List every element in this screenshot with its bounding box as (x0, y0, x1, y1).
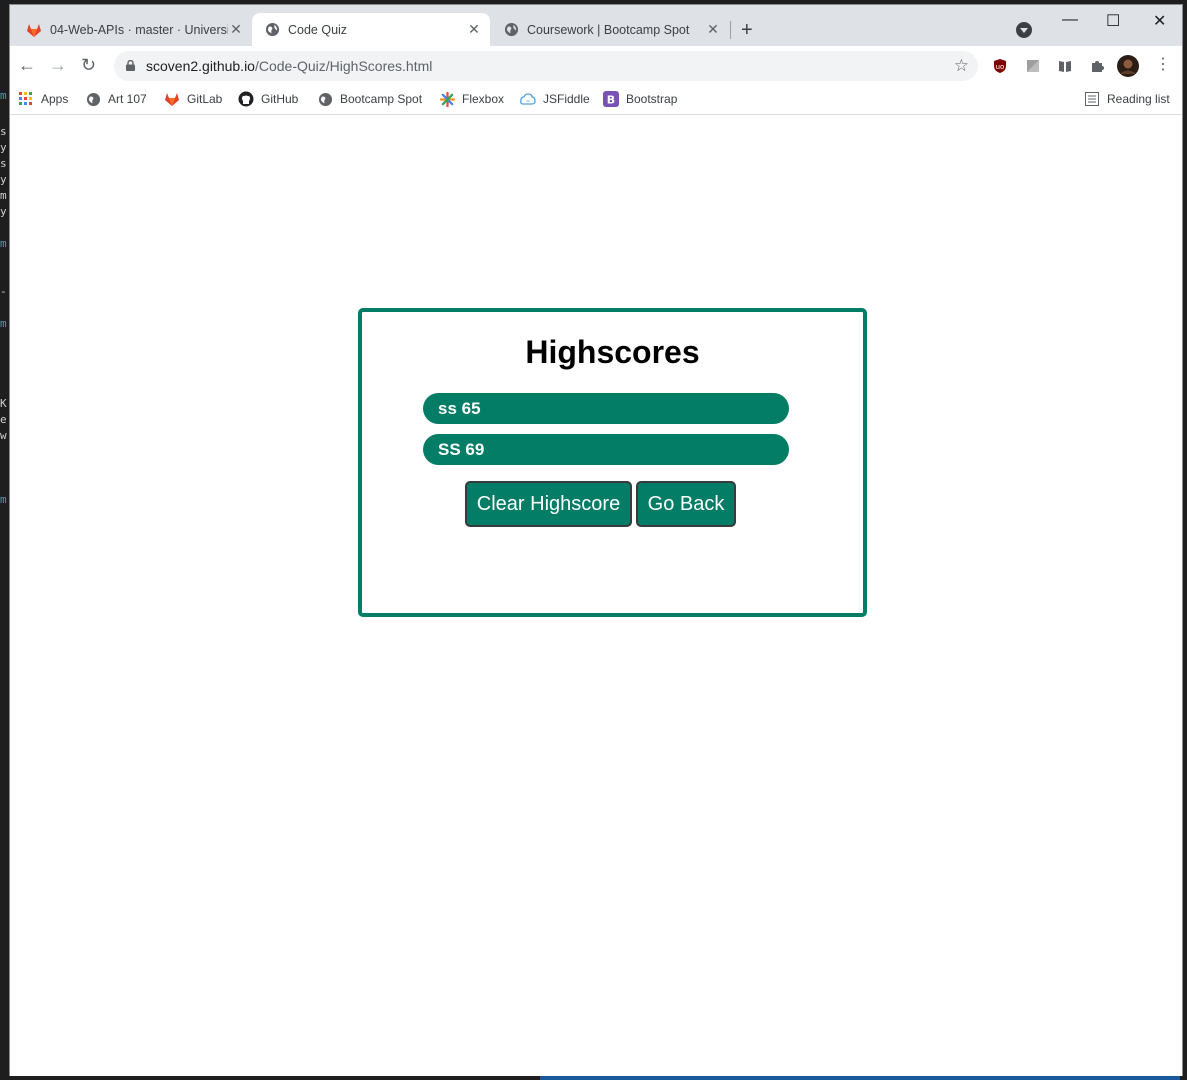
terminal-char: m (0, 493, 7, 506)
puzzle-extensions-icon[interactable] (1089, 58, 1105, 74)
clear-highscore-button[interactable]: Clear Highscore (465, 481, 632, 527)
terminal-char: m (0, 317, 7, 330)
terminal-char: w (0, 429, 7, 442)
bookmark-bootstrap[interactable]: B Bootstrap (603, 91, 677, 107)
ublock-icon[interactable]: uo (992, 58, 1008, 74)
bookmark-art-107[interactable]: Art 107 (85, 91, 147, 107)
background-terminal-text: m s y s y m y m - m K e w m (0, 89, 9, 508)
tab-title: 04-Web-APIs · master · University (50, 22, 228, 37)
globe-icon (85, 91, 101, 107)
address-bar[interactable]: scoven2.github.io/Code-Quiz/HighScores.h… (114, 51, 978, 81)
terminal-char: y (0, 173, 7, 186)
terminal-char: e (0, 413, 7, 426)
new-tab-button[interactable]: + (741, 19, 753, 42)
bookmark-gitlab[interactable]: GitLab (164, 91, 222, 107)
terminal-char: m (0, 89, 7, 102)
terminal-char: m (0, 237, 7, 250)
page-title: Highscores (525, 334, 700, 370)
bookmark-bootcamp-spot[interactable]: Bootcamp Spot (317, 91, 422, 107)
apps-grid-icon (18, 91, 34, 107)
tab-code-quiz[interactable]: Code Quiz ✕ (252, 13, 490, 46)
reading-list-icon (1084, 91, 1100, 107)
close-icon[interactable]: ✕ (705, 21, 721, 38)
svg-text:uo: uo (996, 63, 1005, 71)
bookmark-label: Apps (41, 92, 69, 106)
reading-list-label: Reading list (1107, 92, 1170, 106)
tab-strip: 04-Web-APIs · master · University ✕ Code… (10, 5, 1182, 46)
reading-list-button[interactable]: Reading list (1084, 91, 1170, 107)
tab-title: Code Quiz (288, 22, 348, 37)
minimize-button[interactable]: — (1062, 11, 1078, 29)
bookmark-label: GitHub (261, 92, 299, 106)
maximize-button[interactable]: ☐ (1106, 11, 1120, 31)
tab-gitlab[interactable]: 04-Web-APIs · master · University ✕ (14, 13, 252, 46)
terminal-char: y (0, 205, 7, 218)
terminal-char: m (0, 189, 7, 202)
bookmark-apps[interactable]: Apps (18, 91, 68, 107)
bookmark-label: Bootstrap (626, 92, 678, 106)
terminal-char: - (0, 285, 7, 298)
terminal-char: s (0, 157, 7, 170)
bookmark-label: JSFiddle (543, 92, 590, 106)
bookmark-github[interactable]: GitHub (238, 91, 298, 107)
bookmark-flexbox[interactable]: Flexbox (439, 91, 504, 107)
flexbox-icon (439, 91, 455, 107)
lock-icon (126, 60, 135, 71)
url-text: scoven2.github.io/Code-Quiz/HighScores.h… (146, 58, 432, 74)
close-icon[interactable]: ✕ (228, 21, 244, 38)
forward-arrow-icon[interactable]: → (49, 55, 67, 76)
url-path: /Code-Quiz/HighScores.html (254, 58, 433, 74)
bookmark-label: Art 107 (108, 92, 147, 106)
gitlab-icon (164, 91, 180, 107)
extension-square-icon[interactable] (1025, 58, 1041, 74)
bookmarks-bar: Apps Art 107 GitLab GitHub Bootcamp Spot… (10, 86, 1182, 115)
bootstrap-icon: B (603, 91, 619, 107)
back-arrow-icon[interactable]: ← (18, 55, 36, 76)
close-window-button[interactable]: ✕ (1153, 11, 1166, 31)
tab-separator (730, 21, 731, 39)
globe-icon (503, 22, 519, 38)
svg-text:B: B (607, 94, 615, 107)
browser-toolbar: ← → ↻ scoven2.github.io/Code-Quiz/HighSc… (10, 46, 1182, 86)
url-host: scoven2.github.io (146, 58, 255, 74)
highscores-card: Highscores ss 65 SS 69 Clear Highscore G… (358, 308, 867, 617)
gitlab-icon (26, 22, 42, 38)
github-icon (238, 91, 254, 107)
score-entry: SS 69 (423, 434, 789, 465)
bookmark-label: GitLab (187, 92, 223, 106)
svg-text:∞: ∞ (526, 99, 530, 105)
tab-bootcamp-spot[interactable]: Coursework | Bootcamp Spot ✕ (491, 13, 729, 46)
tab-search-icon[interactable] (1016, 22, 1032, 38)
menu-dots-icon[interactable]: ⋮ (1155, 54, 1171, 74)
reload-icon[interactable]: ↻ (81, 55, 96, 76)
globe-icon (317, 91, 333, 107)
score-entry: ss 65 (423, 393, 789, 424)
bookmark-label: Flexbox (462, 92, 505, 106)
browser-window: 04-Web-APIs · master · University ✕ Code… (9, 4, 1183, 1076)
bookmark-label: Bootcamp Spot (340, 92, 423, 106)
terminal-char: y (0, 141, 7, 154)
terminal-char: K (0, 397, 7, 410)
go-back-button[interactable]: Go Back (636, 481, 736, 527)
tab-title: Coursework | Bootcamp Spot (527, 22, 690, 37)
jsfiddle-icon: ∞ (520, 91, 536, 107)
profile-avatar[interactable] (1117, 55, 1139, 77)
page-viewport: Highscores ss 65 SS 69 Clear Highscore G… (10, 116, 1182, 1076)
bookmark-star-icon[interactable]: ☆ (954, 56, 969, 76)
terminal-char: s (0, 125, 7, 138)
bookmark-jsfiddle[interactable]: ∞ JSFiddle (520, 91, 590, 107)
globe-icon (264, 22, 280, 38)
reader-extension-icon[interactable] (1057, 58, 1073, 74)
close-icon[interactable]: ✕ (466, 21, 482, 38)
